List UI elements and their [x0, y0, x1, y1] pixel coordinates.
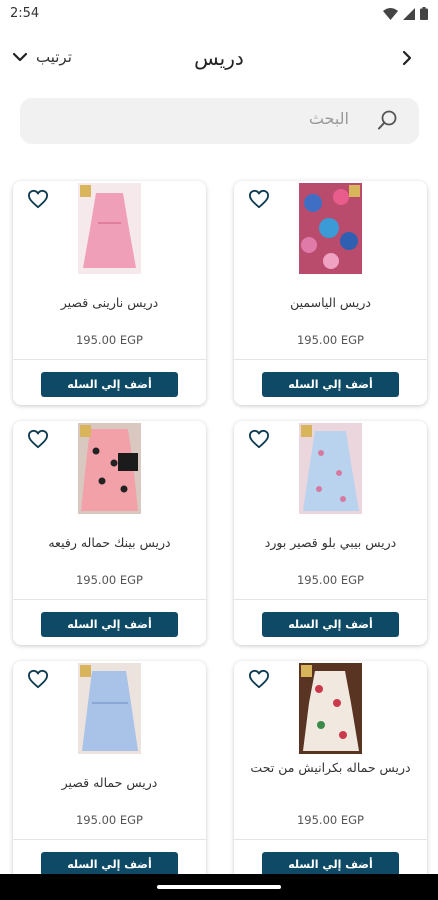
card-divider	[234, 599, 427, 600]
product-price: 195.00 EGP	[75, 813, 143, 827]
product-name: دريس بيبي بلو قصير بورد	[264, 535, 397, 550]
product-card[interactable]: دريس بيبي بلو قصير بورد 195.00 EGP أضف إ…	[234, 421, 427, 645]
card-divider	[13, 359, 206, 360]
status-time: 2:54	[10, 6, 40, 21]
product-image[interactable]	[299, 663, 362, 754]
search-placeholder: البحث	[308, 109, 349, 128]
heart-icon[interactable]	[248, 429, 270, 449]
back-button[interactable]	[402, 50, 412, 70]
product-card[interactable]: دريس حماله بكرانيش من تحت 195.00 EGP أضف…	[234, 661, 427, 885]
product-image[interactable]	[299, 183, 362, 274]
product-card[interactable]: دريس نارينى قصير 195.00 EGP أضف إلي السل…	[13, 181, 206, 405]
wifi-icon	[383, 7, 398, 20]
product-price: 195.00 EGP	[296, 333, 364, 347]
add-to-cart-button[interactable]: أضف إلي السله	[41, 612, 178, 637]
product-price: 195.00 EGP	[75, 573, 143, 587]
card-divider	[13, 599, 206, 600]
status-icons	[383, 7, 428, 20]
search-input[interactable]: البحث	[20, 98, 419, 144]
product-image[interactable]	[78, 423, 141, 514]
product-card[interactable]: دريس حماله قصير 195.00 EGP أضف إلي السله	[13, 661, 206, 885]
heart-icon[interactable]	[248, 669, 270, 689]
chevron-right-icon	[402, 50, 412, 66]
product-image[interactable]	[78, 183, 141, 274]
heart-icon[interactable]	[27, 669, 49, 689]
system-nav-bar	[0, 874, 438, 900]
heart-icon[interactable]	[27, 189, 49, 209]
app-header: ترتيب دريس	[0, 40, 438, 80]
card-divider	[13, 839, 206, 840]
add-to-cart-button[interactable]: أضف إلي السله	[41, 372, 178, 397]
product-name: دريس حماله قصير	[61, 775, 158, 790]
add-to-cart-button[interactable]: أضف إلي السله	[262, 612, 399, 637]
heart-icon[interactable]	[248, 189, 270, 209]
product-image[interactable]	[78, 663, 141, 754]
card-divider	[234, 839, 427, 840]
search-icon	[378, 110, 397, 130]
product-card[interactable]: دريس الياسمين 195.00 EGP أضف إلي السله	[234, 181, 427, 405]
home-gesture-handle[interactable]	[157, 885, 281, 889]
product-name: دريس الياسمين	[290, 295, 371, 310]
product-name: دريس بينك حماله رفيعه	[48, 535, 171, 550]
status-bar: 2:54	[0, 0, 438, 28]
page-title: دريس	[194, 46, 244, 70]
cell-signal-icon	[403, 7, 415, 20]
battery-icon	[420, 7, 428, 20]
heart-icon[interactable]	[27, 429, 49, 449]
product-price: 195.00 EGP	[296, 573, 364, 587]
product-name: دريس حماله بكرانيش من تحت	[250, 760, 411, 775]
product-name: دريس نارينى قصير	[60, 295, 159, 310]
product-card[interactable]: دريس بينك حماله رفيعه 195.00 EGP أضف إلي…	[13, 421, 206, 645]
product-image[interactable]	[299, 423, 362, 514]
product-price: 195.00 EGP	[296, 813, 364, 827]
product-price: 195.00 EGP	[75, 333, 143, 347]
add-to-cart-button[interactable]: أضف إلي السله	[262, 372, 399, 397]
card-divider	[234, 359, 427, 360]
